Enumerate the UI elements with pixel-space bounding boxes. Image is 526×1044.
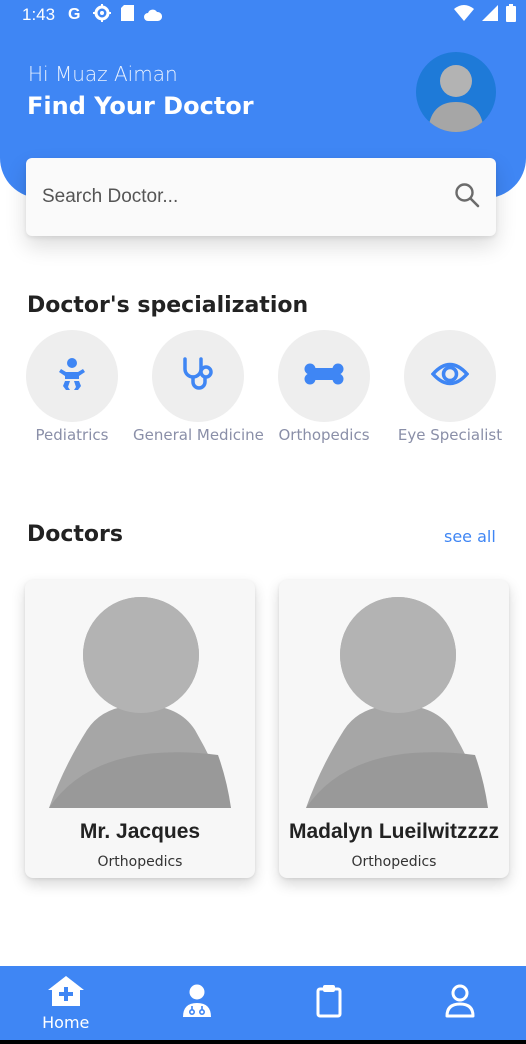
status-time: 1:43 — [22, 5, 56, 24]
status-system-icons — [454, 4, 516, 26]
svg-text:G: G — [68, 6, 80, 21]
doctors-title: Doctors — [27, 522, 123, 547]
bottom-nav: Home — [0, 966, 526, 1040]
spec-circle — [152, 330, 244, 422]
search-bar[interactable] — [26, 158, 496, 236]
nav-item-home[interactable]: Home — [0, 966, 132, 1040]
user-avatar[interactable] — [416, 52, 496, 132]
spec-label: Orthopedics — [278, 426, 370, 444]
spec-item-pediatrics[interactable]: Pediatrics — [7, 330, 137, 444]
page-title: Find Your Doctor — [27, 92, 254, 120]
spec-item-orthopedics[interactable]: Orthopedics — [259, 330, 389, 444]
see-all-link[interactable]: see all — [444, 527, 496, 546]
battery-icon — [506, 4, 516, 26]
profile-icon — [445, 984, 475, 1022]
system-nav-strip — [0, 1040, 526, 1044]
search-input[interactable] — [42, 186, 454, 208]
status-bar: 1:43 G — [0, 0, 526, 30]
spec-circle — [404, 330, 496, 422]
nav-item-appointments[interactable] — [263, 966, 395, 1040]
doctor-specialty: Orthopedics — [351, 854, 437, 870]
doctor-card[interactable]: Mr. Jacques Orthopedics — [25, 580, 255, 878]
signal-icon — [482, 5, 498, 25]
doctor-placeholder-icon — [306, 597, 488, 808]
stethoscope-icon — [181, 356, 215, 396]
specialization-title: Doctor's specialization — [27, 293, 309, 318]
spec-label: Pediatrics — [35, 426, 109, 444]
google-icon: G — [67, 5, 83, 25]
clipboard-icon — [316, 984, 342, 1022]
nav-label-home: Home — [42, 1012, 90, 1032]
spec-item-eye-specialist[interactable]: Eye Specialist — [385, 330, 515, 444]
doctor-placeholder-icon — [49, 597, 231, 808]
doctor-specialty: Orthopedics — [97, 854, 183, 870]
settings-icon — [93, 4, 112, 26]
home-icon — [47, 975, 85, 1011]
spec-circle — [26, 330, 118, 422]
doctor-name: Mr. Jacques — [79, 820, 201, 843]
eye-icon — [430, 361, 470, 391]
cloud-icon — [144, 6, 163, 25]
doctor-card[interactable]: Madalyn Lueilwitzzzz Orthopedics — [279, 580, 509, 878]
app-screen: 1:43 G Hi Muaz Aiman Find Your Doctor Se… — [0, 0, 526, 1044]
greeting-text: Hi Muaz Aiman — [28, 62, 178, 86]
nav-item-profile[interactable] — [395, 966, 526, 1040]
sim-icon — [121, 5, 135, 25]
spec-item-general-medicine[interactable]: General Medicine — [133, 330, 264, 444]
wifi-icon — [454, 5, 474, 25]
nav-item-doctors[interactable] — [132, 966, 264, 1040]
spec-circle — [278, 330, 370, 422]
bone-icon — [304, 363, 344, 389]
search-icon[interactable] — [454, 182, 480, 212]
avatar-person-icon — [428, 65, 484, 132]
status-notification-icons: G — [67, 4, 163, 26]
baby-icon — [58, 357, 86, 395]
doctor-icon — [182, 984, 212, 1022]
spec-label: General Medicine — [133, 426, 264, 444]
doctor-name: Madalyn Lueilwitzzzz — [288, 820, 500, 843]
spec-label: Eye Specialist — [397, 426, 503, 444]
